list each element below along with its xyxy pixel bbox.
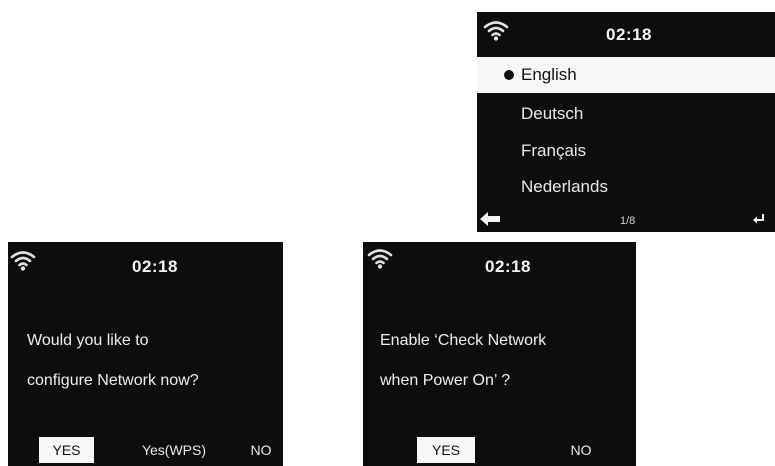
- configure-network-screen: 02:18 Would you like to configure Networ…: [8, 242, 283, 466]
- clock-time: 02:18: [606, 25, 652, 44]
- wifi-signal-icon: [367, 249, 393, 269]
- enter-return-icon[interactable]: [753, 213, 765, 225]
- clock-time: 02:18: [132, 257, 178, 276]
- no-button[interactable]: NO: [241, 437, 281, 463]
- language-item-english[interactable]: English: [477, 57, 775, 93]
- page-indicator: 1/8: [620, 215, 636, 227]
- language-item-deutsch[interactable]: Deutsch: [477, 96, 775, 132]
- wifi-signal-icon: [483, 21, 509, 41]
- prompt-line-1: Enable ‘Check Network: [380, 332, 547, 349]
- wifi-signal-icon: [10, 251, 36, 271]
- no-button[interactable]: NO: [559, 437, 603, 463]
- language-item-francais[interactable]: Français: [477, 133, 775, 169]
- yes-wps-button[interactable]: Yes(WPS): [132, 437, 216, 463]
- check-network-screen: 02:18 Enable ‘Check Network when Power O…: [363, 242, 636, 466]
- yes-button[interactable]: YES: [39, 437, 94, 463]
- prompt-line-2: configure Network now?: [27, 372, 199, 389]
- language-screen: 02:18 English Deutsch Français Nederland…: [477, 12, 775, 232]
- yes-button[interactable]: YES: [417, 437, 475, 463]
- language-item-nederlands[interactable]: Nederlands: [477, 169, 775, 205]
- language-label: Nederlands: [521, 177, 608, 196]
- clock-time: 02:18: [485, 257, 531, 276]
- prompt-line-2: when Power On’ ?: [380, 372, 511, 389]
- language-label: English: [521, 65, 577, 84]
- prompt-line-1: Would you like to: [27, 332, 149, 349]
- back-arrow-icon[interactable]: [480, 212, 500, 226]
- language-label: Français: [521, 141, 587, 160]
- language-label: Deutsch: [521, 104, 584, 123]
- selected-bullet-icon: [504, 70, 514, 80]
